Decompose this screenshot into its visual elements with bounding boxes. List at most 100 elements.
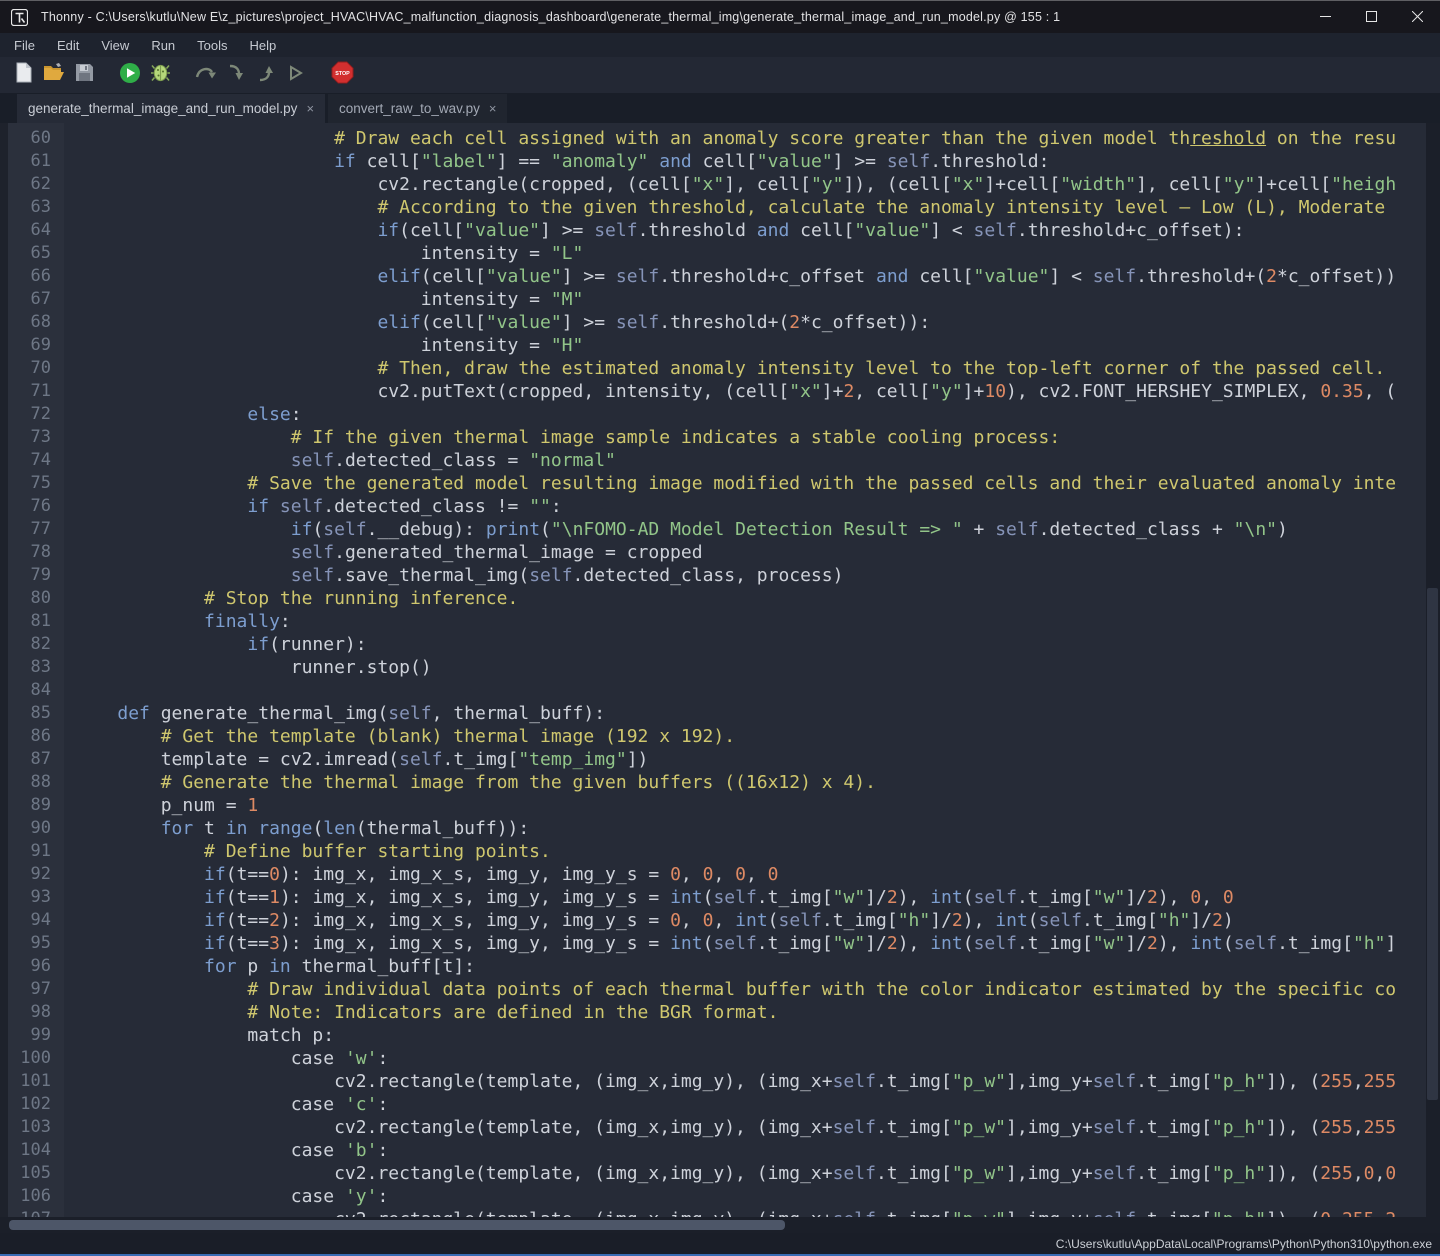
line-number: 70 [8, 357, 64, 380]
new-file-icon [15, 62, 33, 88]
menu-item-view[interactable]: View [90, 38, 140, 53]
menu-item-file[interactable]: File [3, 38, 46, 53]
code-line: cv2.rectangle(template, (img_x,img_y), (… [74, 1116, 1440, 1139]
line-number: 83 [8, 656, 64, 679]
line-number: 106 [8, 1185, 64, 1208]
line-number: 102 [8, 1093, 64, 1116]
code-lines[interactable]: # Draw each cell assigned with an anomal… [64, 123, 1440, 1217]
code-line: if(t==2): img_x, img_x_s, img_y, img_y_s… [74, 909, 1440, 932]
code-line: self.save_thermal_img(self.detected_clas… [74, 564, 1440, 587]
line-number: 90 [8, 817, 64, 840]
save-icon [75, 63, 94, 87]
code-line: cv2.rectangle(cropped, (cell["x"], cell[… [74, 173, 1440, 196]
code-line: # Generate the thermal image from the gi… [74, 771, 1440, 794]
step-into-button[interactable] [224, 62, 248, 88]
maximize-button[interactable] [1348, 1, 1394, 33]
code-line: # Draw individual data points of each th… [74, 978, 1440, 1001]
menubar: FileEditViewRunToolsHelp [0, 33, 1440, 57]
line-number: 104 [8, 1139, 64, 1162]
code-line: template = cv2.imread(self.t_img["temp_i… [74, 748, 1440, 771]
line-number: 84 [8, 679, 64, 702]
step-out-button[interactable] [254, 62, 278, 88]
line-number: 97 [8, 978, 64, 1001]
code-line: # If the given thermal image sample indi… [74, 426, 1440, 449]
code-line [74, 679, 1440, 702]
gutter: 6061626364656667686970717273747576777879… [8, 123, 64, 1217]
code-line: if(t==0): img_x, img_x_s, img_y, img_y_s… [74, 863, 1440, 886]
run-button[interactable] [118, 62, 142, 88]
code-line: if(self.__debug): print("\nFOMO-AD Model… [74, 518, 1440, 541]
editor[interactable]: 6061626364656667686970717273747576777879… [0, 123, 1440, 1217]
resume-button[interactable] [284, 62, 308, 88]
line-number: 71 [8, 380, 64, 403]
line-number: 94 [8, 909, 64, 932]
code-line: if(t==3): img_x, img_x_s, img_y, img_y_s… [74, 932, 1440, 955]
code-line: elif(cell["value"] >= self.threshold+(2*… [74, 311, 1440, 334]
code-line: if self.detected_class != "": [74, 495, 1440, 518]
code-line: match p: [74, 1024, 1440, 1047]
line-number: 73 [8, 426, 64, 449]
menu-item-tools[interactable]: Tools [186, 38, 238, 53]
line-number: 82 [8, 633, 64, 656]
code-line: case 'b': [74, 1139, 1440, 1162]
line-number: 77 [8, 518, 64, 541]
code-line: intensity = "L" [74, 242, 1440, 265]
code-line: # Get the template (blank) thermal image… [74, 725, 1440, 748]
line-number: 80 [8, 587, 64, 610]
code-line: else: [74, 403, 1440, 426]
debug-button[interactable] [148, 62, 172, 88]
code-line: # According to the given threshold, calc… [74, 196, 1440, 219]
horizontal-scrollbar-thumb[interactable] [9, 1220, 785, 1230]
tab-convert_raw_to_wav.py[interactable]: convert_raw_to_wav.py × [328, 94, 507, 123]
line-number: 66 [8, 265, 64, 288]
line-number: 74 [8, 449, 64, 472]
line-number: 93 [8, 886, 64, 909]
tab-generate_thermal_image_and_run_model.py[interactable]: generate_thermal_image_and_run_model.py× [17, 94, 325, 123]
code-line: # Draw each cell assigned with an anomal… [74, 127, 1440, 150]
tab-label: convert_raw_to_wav.py [339, 101, 480, 116]
line-number: 92 [8, 863, 64, 886]
line-number: 91 [8, 840, 64, 863]
line-number: 89 [8, 794, 64, 817]
interpreter-path: C:\Users\kutlu\AppData\Local\Programs\Py… [1056, 1237, 1432, 1251]
tab-close-icon[interactable]: × [306, 101, 314, 116]
new-file-button[interactable] [12, 62, 36, 88]
open-file-button[interactable] [42, 62, 66, 88]
stop-button[interactable]: STOP [330, 62, 354, 88]
horizontal-scrollbar[interactable] [0, 1217, 1440, 1233]
vertical-scrollbar-thumb[interactable] [1427, 588, 1438, 1100]
code-line: finally: [74, 610, 1440, 633]
line-number: 63 [8, 196, 64, 219]
save-button[interactable] [72, 62, 96, 88]
code-line: cv2.rectangle(template, (img_x,img_y), (… [74, 1070, 1440, 1093]
code-line: intensity = "H" [74, 334, 1440, 357]
code-line: case 'c': [74, 1093, 1440, 1116]
menu-item-run[interactable]: Run [140, 38, 186, 53]
code-line: if(cell["value"] >= self.threshold and c… [74, 219, 1440, 242]
vertical-scrollbar[interactable] [1426, 123, 1440, 1217]
line-number: 96 [8, 955, 64, 978]
code-line: # Stop the running inference. [74, 587, 1440, 610]
code-line: intensity = "M" [74, 288, 1440, 311]
line-number: 107 [8, 1208, 64, 1217]
menu-item-help[interactable]: Help [239, 38, 288, 53]
titlebar: Thonny - C:\Users\kutlu\New E\z_pictures… [0, 1, 1440, 33]
code-line: if(t==1): img_x, img_x_s, img_y, img_y_s… [74, 886, 1440, 909]
code-line: # Define buffer starting points. [74, 840, 1440, 863]
menu-item-edit[interactable]: Edit [46, 38, 90, 53]
statusbar: C:\Users\kutlu\AppData\Local\Programs\Py… [0, 1233, 1440, 1254]
svg-text:STOP: STOP [335, 71, 350, 77]
step-over-button[interactable] [194, 62, 218, 88]
close-button[interactable] [1394, 1, 1440, 33]
minimize-button[interactable] [1302, 1, 1348, 33]
step-into-icon [227, 64, 245, 87]
open-folder-icon [43, 63, 65, 87]
line-number: 101 [8, 1070, 64, 1093]
code-line: cv2.rectangle(template, (img_x,img_y), (… [74, 1162, 1440, 1185]
tab-close-icon[interactable]: × [489, 101, 497, 116]
code-line: # Save the generated model resulting ima… [74, 472, 1440, 495]
step-over-icon [195, 64, 217, 86]
thonny-app-icon [11, 9, 28, 26]
line-number: 95 [8, 932, 64, 955]
resume-icon [287, 64, 305, 87]
